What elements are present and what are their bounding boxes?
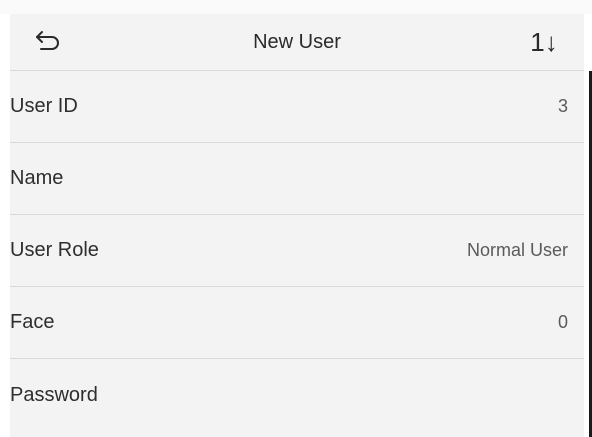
password-label: Password [10, 383, 98, 406]
user-id-label: User ID [10, 95, 78, 117]
top-strip [0, 0, 592, 14]
user-id-row[interactable]: User ID 3 [10, 71, 584, 143]
header-bar: New User 1↓ [10, 14, 584, 71]
face-row[interactable]: Face 0 [10, 287, 584, 359]
password-row[interactable]: Password [10, 359, 584, 431]
new-user-screen: New User 1↓ User ID 3 Name User Role Nor… [0, 0, 592, 437]
face-label: Face [10, 311, 55, 333]
back-button[interactable] [28, 26, 68, 58]
user-id-value: 3 [557, 96, 568, 116]
face-value: 0 [557, 312, 568, 332]
name-label: Name [10, 167, 64, 189]
sort-icon: 1↓ [530, 26, 558, 57]
user-role-row[interactable]: User Role Normal User [10, 215, 584, 287]
page-title: New User [253, 31, 341, 53]
sort-button[interactable]: 1↓ [522, 22, 566, 62]
user-role-value: Normal User [466, 240, 568, 260]
back-arrow-icon [33, 28, 63, 57]
user-role-label: User Role [10, 239, 99, 261]
name-row[interactable]: Name [10, 143, 584, 215]
user-form-list: User ID 3 Name User Role Normal User Fac… [10, 71, 584, 437]
